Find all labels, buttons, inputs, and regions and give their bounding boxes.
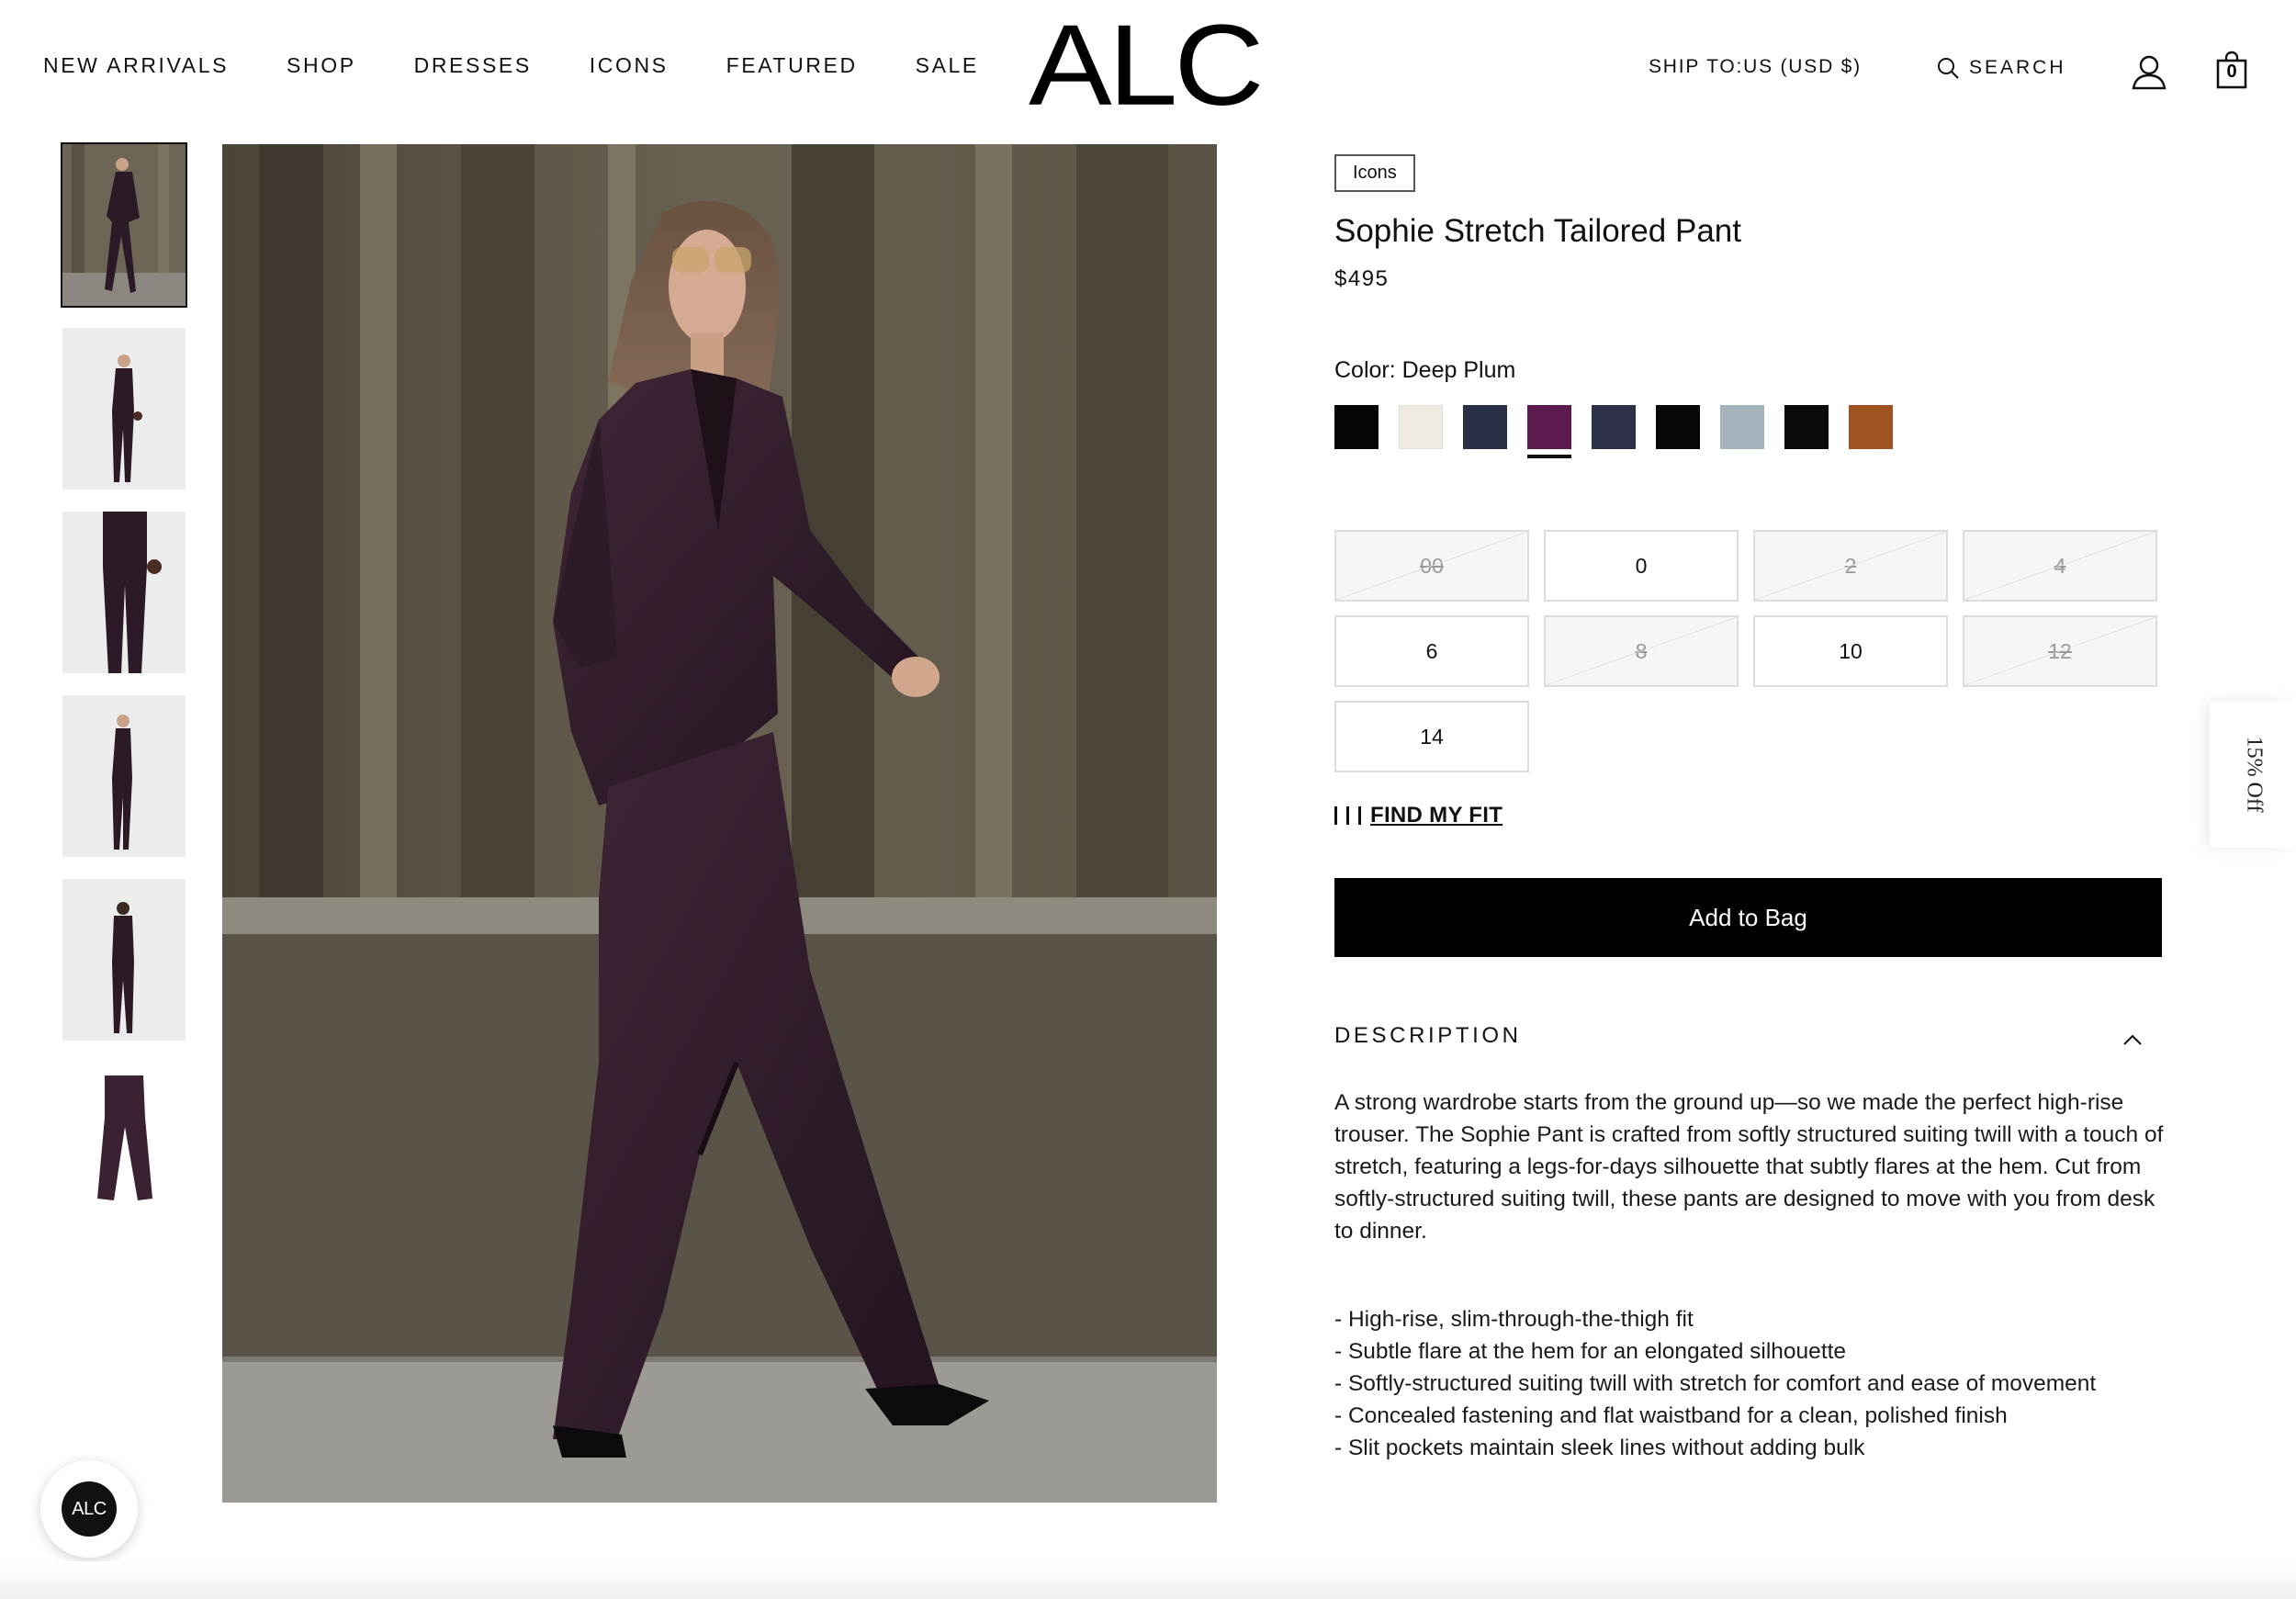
size-option-10[interactable]: 10 — [1753, 615, 1948, 687]
page-bottom-edge — [0, 1561, 2296, 1599]
thumbnail-4[interactable] — [62, 695, 186, 857]
list-item: - Softly-structured suiting twill with s… — [1334, 1371, 2097, 1396]
search-label: SEARCH — [1969, 57, 2066, 78]
size-option-6[interactable]: 6 — [1334, 615, 1529, 687]
color-swatches — [1334, 405, 1893, 458]
fit-bars-icon — [1334, 806, 1361, 825]
swatch-grey-blue[interactable] — [1720, 405, 1764, 449]
promo-discount-tab[interactable]: 15% Off — [2210, 701, 2296, 848]
swatch-deep-plum[interactable] — [1527, 405, 1571, 458]
find-my-fit: FIND MY FIT — [1334, 803, 1503, 828]
chat-badge: ALC — [62, 1481, 117, 1537]
find-my-fit-link[interactable]: FIND MY FIT — [1370, 803, 1503, 828]
product-price: $495 — [1334, 266, 1390, 291]
ship-to-selector[interactable]: SHIP TO:US (USD $) — [1649, 56, 1862, 78]
list-item: - Slit pockets maintain sleek lines with… — [1334, 1436, 1865, 1460]
swatch-black[interactable] — [1334, 405, 1379, 449]
size-label: 10 — [1839, 638, 1863, 663]
promo-text: 15% Off — [2242, 736, 2267, 813]
search-icon — [1938, 58, 1959, 79]
nav-shop[interactable]: SHOP — [287, 53, 356, 78]
size-option-14[interactable]: 14 — [1334, 701, 1529, 772]
description-accordion-header[interactable]: DESCRIPTION — [1334, 1023, 2162, 1056]
size-option-12[interactable]: 12 — [1963, 615, 2157, 687]
account-icon[interactable] — [2131, 53, 2167, 90]
swatch-rust[interactable] — [1849, 405, 1893, 449]
description-bullets: - High-rise, slim-through-the-thigh fit … — [1334, 1303, 2166, 1464]
size-option-8[interactable]: 8 — [1544, 615, 1739, 687]
swatch-midnight[interactable] — [1592, 405, 1636, 449]
list-item: - High-rise, slim-through-the-thigh fit — [1334, 1307, 1694, 1332]
shopping-bag-button[interactable]: 0 — [2216, 51, 2247, 89]
nav-dresses[interactable]: DRESSES — [414, 53, 532, 78]
main-nav: NEW ARRIVALS SHOP DRESSES ICONS FEATURED… — [43, 53, 1037, 78]
search-button[interactable]: SEARCH — [1936, 56, 2066, 80]
swatch-navy[interactable] — [1463, 405, 1507, 449]
list-item: - Concealed fastening and flat waistband… — [1334, 1403, 2008, 1428]
list-item: - Subtle flare at the hem for an elongat… — [1334, 1339, 1847, 1364]
size-option-4[interactable]: 4 — [1963, 530, 2157, 602]
swatch-black-2[interactable] — [1656, 405, 1700, 449]
product-title: Sophie Stretch Tailored Pant — [1334, 213, 1741, 249]
swatch-ivory[interactable] — [1399, 405, 1443, 449]
thumbnail-2[interactable] — [62, 328, 186, 490]
main-product-image[interactable] — [222, 144, 1217, 1503]
site-header: NEW ARRIVALS SHOP DRESSES ICONS FEATURED… — [0, 0, 2296, 138]
size-option-2[interactable]: 2 — [1753, 530, 1948, 602]
swatch-black-3[interactable] — [1784, 405, 1829, 449]
brand-logo[interactable]: ALC — [1029, 7, 1265, 122]
description-body: A strong wardrobe starts from the ground… — [1334, 1090, 2164, 1244]
thumbnail-1[interactable] — [61, 142, 187, 308]
chevron-up-icon — [2123, 1034, 2142, 1045]
thumbnail-3[interactable] — [62, 512, 186, 673]
chat-launcher[interactable]: ALC — [40, 1460, 138, 1558]
nav-new-arrivals[interactable]: NEW ARRIVALS — [43, 53, 229, 78]
thumbnail-5[interactable] — [62, 879, 186, 1041]
nav-featured[interactable]: FEATURED — [726, 53, 858, 78]
size-label: 0 — [1635, 553, 1648, 578]
size-option-00[interactable]: 00 — [1334, 530, 1529, 602]
add-to-bag-button[interactable]: Add to Bag — [1334, 878, 2162, 957]
collection-tag[interactable]: Icons — [1334, 154, 1415, 192]
size-label: 14 — [1420, 724, 1444, 749]
size-selector: 00 0 2 4 6 8 10 12 14 — [1334, 530, 2157, 772]
bag-count-badge: 0 — [2226, 62, 2237, 82]
nav-sale[interactable]: SALE — [916, 53, 979, 78]
nav-icons[interactable]: ICONS — [590, 53, 669, 78]
color-label: Color: Deep Plum — [1334, 357, 1516, 383]
thumbnail-6[interactable] — [62, 1063, 186, 1224]
size-label: 6 — [1425, 638, 1438, 663]
size-option-0[interactable]: 0 — [1544, 530, 1739, 602]
description-title: DESCRIPTION — [1334, 1023, 1522, 1048]
